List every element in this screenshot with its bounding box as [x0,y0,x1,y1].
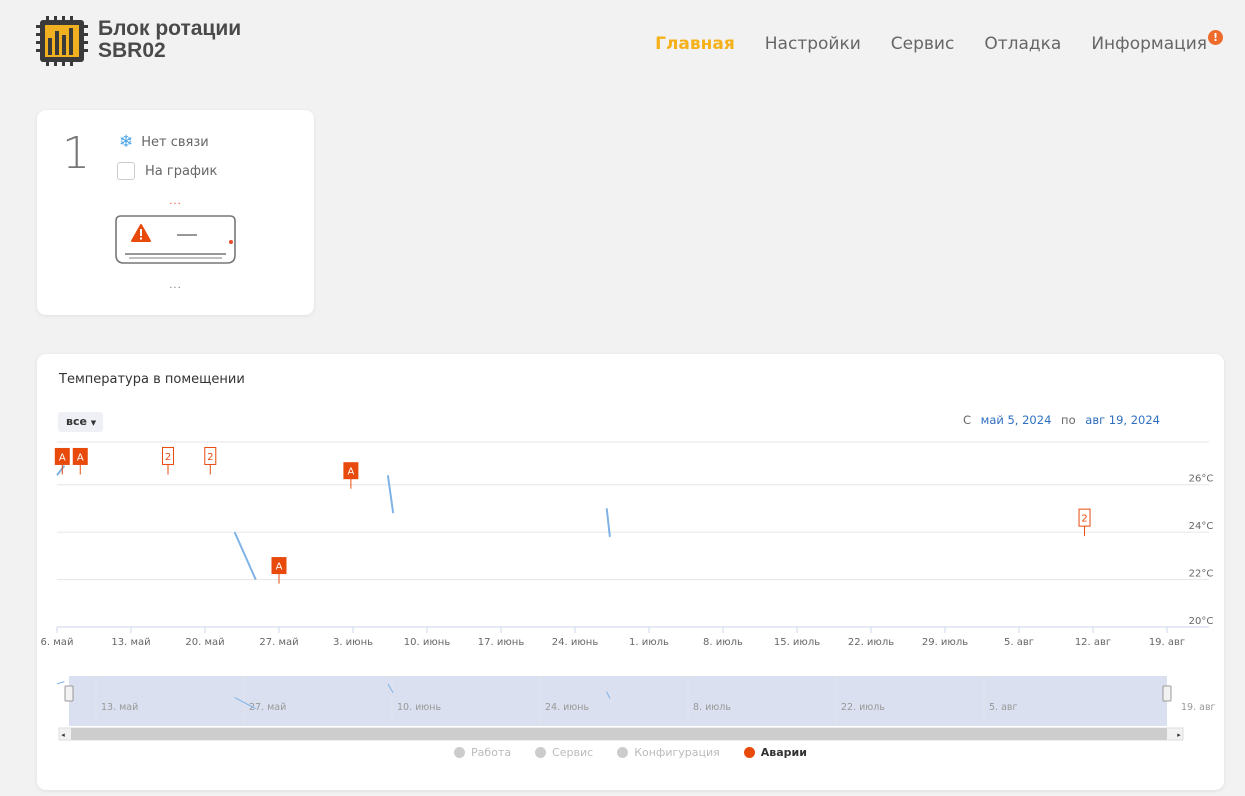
x-tick-label: 1. июль [629,637,669,648]
x-tick-label: 19. авг [1149,637,1185,648]
chart-checkbox[interactable] [117,162,135,180]
x-tick-label: 12. авг [1075,637,1111,648]
y-tick-label: 24°C [1189,521,1214,532]
unit-status-text: Нет связи [141,134,209,150]
legend-alarms[interactable]: Аварии [743,746,807,759]
alert-badge-icon: ! [1208,30,1223,45]
legend-config[interactable]: Конфигурация [617,746,720,759]
nav-debug[interactable]: Отладка [984,34,1061,54]
x-tick-label: 29. июль [922,637,968,648]
y-tick-label: 26°C [1189,474,1214,485]
x-tick-label: 6. май [41,637,74,648]
legend-service[interactable]: Сервис [535,746,593,759]
legend-work[interactable]: Работа [454,746,511,759]
legend-dot [743,747,755,758]
flag-label: 2 [165,452,171,463]
unit-status: ❄ Нет связи [119,132,209,152]
temperature-line [386,475,395,514]
air-conditioner-icon [115,215,246,275]
x-tick-label: 3. июнь [333,637,373,648]
navigator-line [56,681,65,685]
temperature-line [56,465,66,476]
temperature-line [233,531,257,580]
navigator-window [69,676,1167,726]
header: Блок ротации SBR02 Главная Настройки Сер… [0,0,1245,90]
app-title-line2: SBR02 [98,39,166,62]
navigator-handle [64,685,74,702]
navigator-label: 13. май [101,702,138,713]
unit-card[interactable]: 1 ❄ Нет связи На график ... ... [37,110,314,315]
legend-dot [535,747,547,758]
x-tick-label: 17. июнь [478,637,525,648]
main-nav: Главная Настройки Сервис Отладка Информа… [625,30,1223,54]
nav-service[interactable]: Сервис [891,34,955,54]
x-tick-label: 13. май [111,637,150,648]
legend-dot [454,747,466,758]
app-title: Блок ротации SBR02 [98,18,241,62]
nav-home[interactable]: Главная [655,34,735,54]
flag-label: A [276,562,283,573]
scrollbar-thumb [71,728,1167,740]
x-tick-label: 5. авг [1004,637,1034,648]
x-tick-label: 15. июль [774,637,820,648]
x-tick-label: 24. июнь [552,637,599,648]
nav-info-label: Информация [1091,34,1207,54]
navigator-label: 8. июль [693,702,731,713]
chart-toggle[interactable]: На график [117,162,217,180]
unit-dots-top: ... [169,196,182,207]
snowflake-icon: ❄ [119,132,134,152]
legend-label: Работа [471,746,512,759]
temperature-chart[interactable]: 20°C 22°C 24°C 26°C 6. май 13. май 20. май 27. … [37,354,1224,744]
logo-icon [36,16,88,66]
navigator-label: 22. июль [841,702,885,713]
nav-settings[interactable]: Настройки [765,34,861,54]
legend-label: Аварии [760,746,807,759]
flag-label: 2 [1081,514,1087,525]
x-tick-label: 22. июль [848,637,894,648]
navigator-label: 5. авг [989,702,1018,713]
app-title-line1: Блок ротации [98,17,242,40]
legend-label: Сервис [552,746,594,759]
x-tick-label: 27. май [259,637,298,648]
legend-dot [617,747,629,758]
flag-label: A [347,467,354,478]
navigator-label: 27. май [249,702,286,713]
flag-label: A [59,452,66,463]
x-tick-label: 20. май [185,637,224,648]
x-tick-label: 10. июнь [404,637,451,648]
x-tick-label: 8. июль [703,637,743,648]
legend-label: Конфигурация [634,746,720,759]
navigator-label: 19. авг [1181,702,1216,713]
chart-legend: Работа Сервис Конфигурация Аварии [37,746,1224,759]
chart-checkbox-label: На график [145,163,218,179]
y-tick-label: 20°C [1189,616,1214,627]
navigator-handle [1162,685,1172,702]
navigator-label: 10. июнь [397,702,442,713]
flag-label: A [77,452,84,463]
flag-label: 2 [207,452,213,463]
unit-number: 1 [62,128,90,179]
y-tick-label: 22°C [1189,569,1214,580]
navigator-label: 24. июнь [545,702,590,713]
scroll-left-icon: ◂ [61,731,65,739]
nav-info[interactable]: Информация! [1091,30,1223,54]
scroll-right-icon: ▸ [1177,731,1181,739]
temperature-chart-card: Температура в помещении все ▼ С май 5, 2… [37,354,1224,790]
unit-dots-bottom: ... [169,280,182,291]
